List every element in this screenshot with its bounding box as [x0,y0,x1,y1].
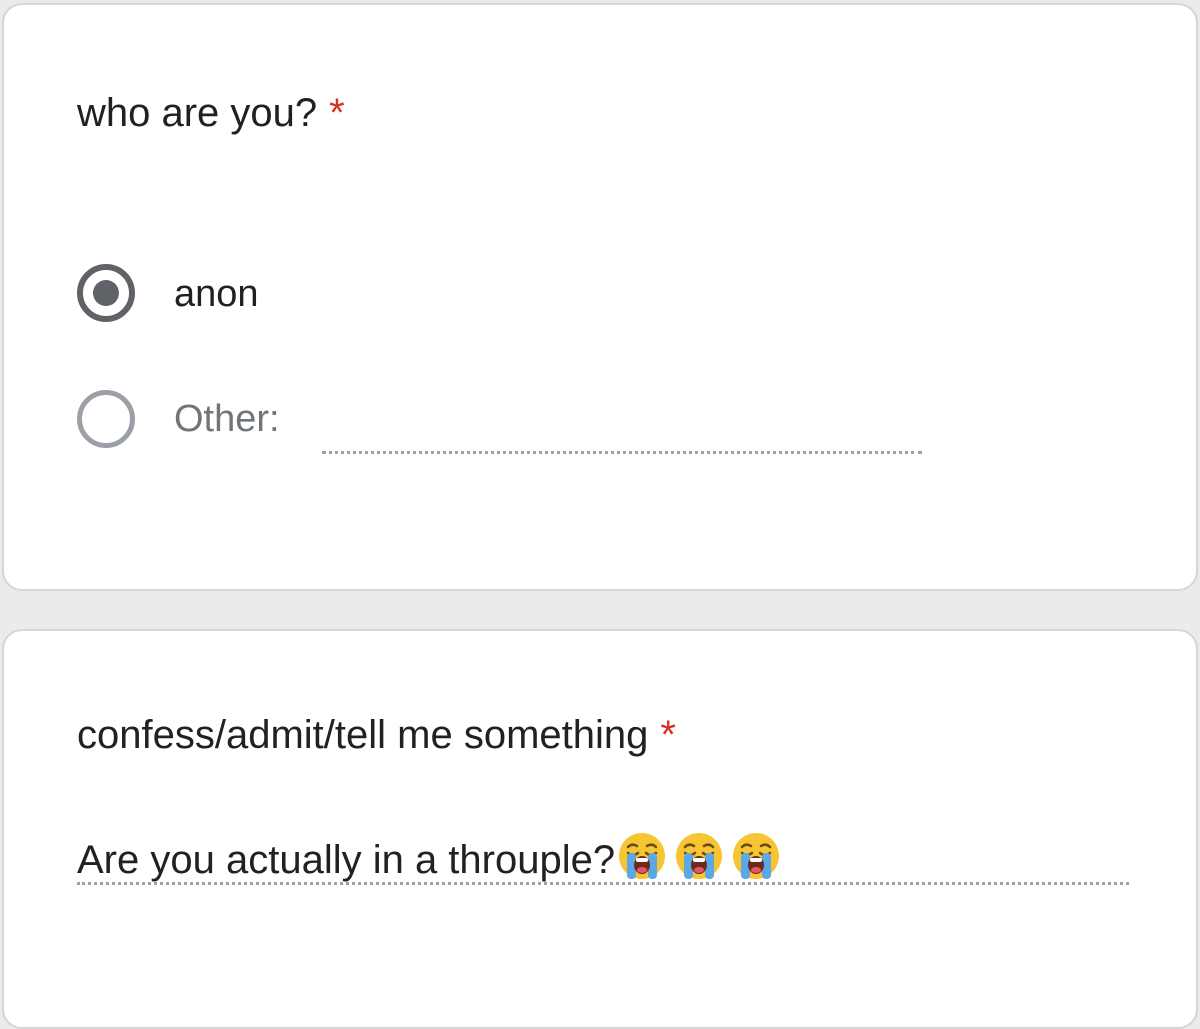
radio-other[interactable] [77,390,135,448]
question-title: confess/admit/tell me something * [77,715,676,755]
loudly-crying-face-icon [733,833,780,879]
other-text-input[interactable] [322,451,922,454]
question-title-text: who are you? [77,91,318,135]
radio-anon[interactable] [77,264,135,322]
loudly-crying-face-icon [676,833,723,879]
question-card-confess: confess/admit/tell me something * Are you… [2,629,1198,1029]
radio-selected-dot [93,280,119,306]
required-asterisk: * [660,713,676,757]
option-label-anon[interactable]: anon [174,275,259,313]
answer-text-field[interactable]: Are you actually in a throuple? [77,831,788,888]
loudly-crying-face-icon [619,833,666,879]
question-title: who are you? * [77,93,345,133]
answer-emojis [617,831,788,888]
question-title-text: confess/admit/tell me something [77,713,649,757]
required-asterisk: * [329,91,345,135]
option-label-other[interactable]: Other: [174,400,280,438]
answer-text: Are you actually in a throuple? [77,838,616,882]
question-card-who-are-you: who are you? * anon Other: [2,3,1198,591]
answer-underline [77,882,1129,885]
